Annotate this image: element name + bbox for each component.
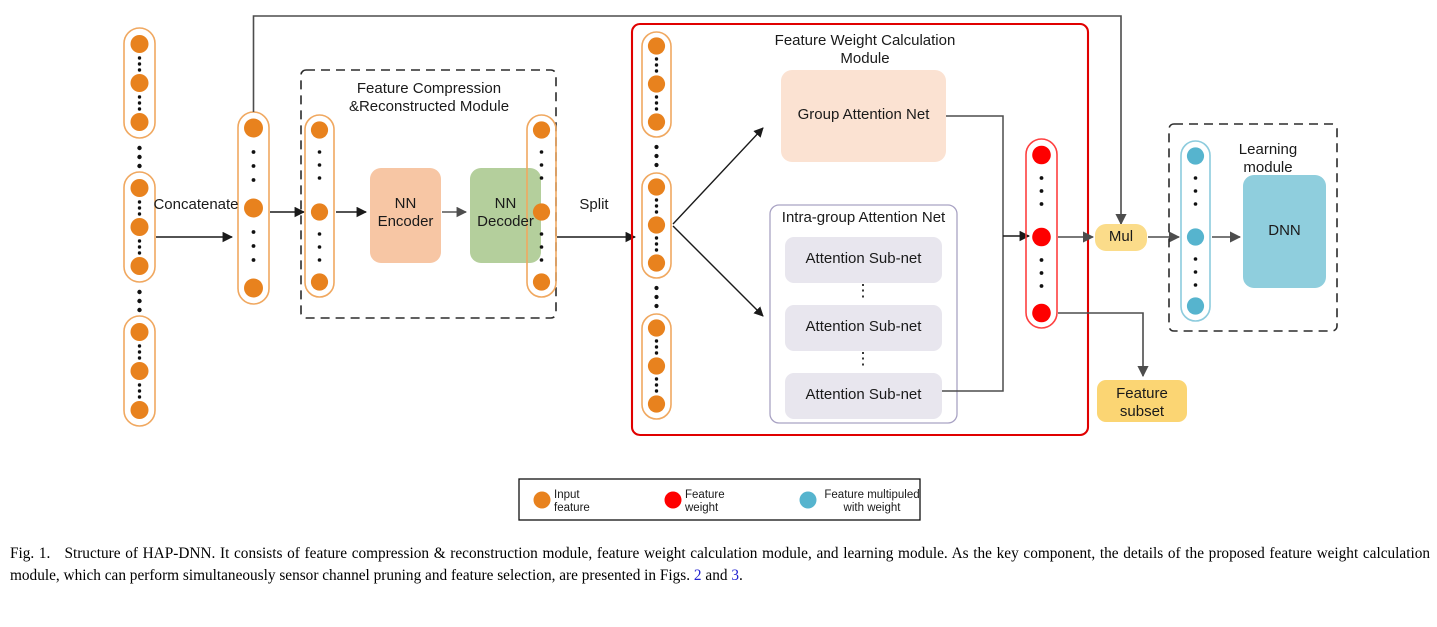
input-feature-groups — [123, 27, 156, 427]
arrow-to-group-attention — [672, 127, 764, 225]
caption-text-end: . — [738, 566, 743, 584]
legend-swatch-feature-weight — [664, 491, 682, 509]
group-attention-net-label: Group Attention Net — [797, 106, 930, 123]
attention-subnet-label-3: Attention Sub-net — [805, 386, 922, 403]
edge-label-concatenate: Concatenate — [153, 196, 239, 213]
intra-group-attention-net-label: Intra-group Attention Net — [781, 209, 946, 226]
feature-weight-column — [1025, 138, 1058, 329]
nn-decoder-label: NN Decoder — [477, 195, 534, 230]
figure-reference-2[interactable]: 2 — [694, 567, 702, 584]
concatenated-feature-column — [237, 111, 270, 305]
legend-label-feature-weight: Feature weight — [685, 489, 725, 514]
legend-label-weighted-feature: Feature multipuled with weight — [824, 489, 920, 514]
nn-encoder-label: NN Encoder — [377, 195, 434, 230]
arrow-weights-to-feature-subset — [1058, 312, 1149, 378]
subnet-vdots-2: ⋮ — [854, 349, 872, 368]
caption-text-mid: and — [701, 566, 732, 584]
mul-label: Mul — [1108, 228, 1134, 245]
split-feature-groups — [641, 31, 672, 420]
subnet-vdots-1: ⋮ — [854, 281, 872, 300]
weighted-feature-column — [1180, 140, 1211, 322]
figure-number: Fig. 1. — [10, 545, 51, 562]
attention-subnet-label-2: Attention Sub-net — [805, 318, 922, 335]
attention-subnet-label-1: Attention Sub-net — [805, 250, 922, 267]
figure-caption: Fig. 1. Structure of HAP-DNN. It consist… — [10, 543, 1430, 586]
feature-compression-module-title: Feature Compression &Reconstructed Modul… — [348, 80, 510, 115]
compression-input-column — [304, 114, 335, 298]
feature-weight-module-title: Feature Weight Calculation Module — [774, 32, 956, 67]
figure-reference-3[interactable]: 3 — [731, 567, 739, 584]
legend-swatch-weighted-feature — [799, 491, 817, 509]
legend-swatch-input-feature — [533, 491, 551, 509]
learning-module-title: Learning module — [1238, 141, 1298, 176]
figure-hap-dnn: Concatenate Split Feature Compression &R… — [0, 0, 1437, 627]
legend-label-input-feature: Input feature — [554, 489, 590, 514]
arrow-to-intra-group-attention — [672, 225, 764, 317]
feature-subset-label: Feature subset — [1116, 385, 1168, 420]
edge-label-split: Split — [579, 196, 609, 213]
dnn-label: DNN — [1268, 222, 1301, 239]
diagram-canvas — [123, 15, 1338, 521]
